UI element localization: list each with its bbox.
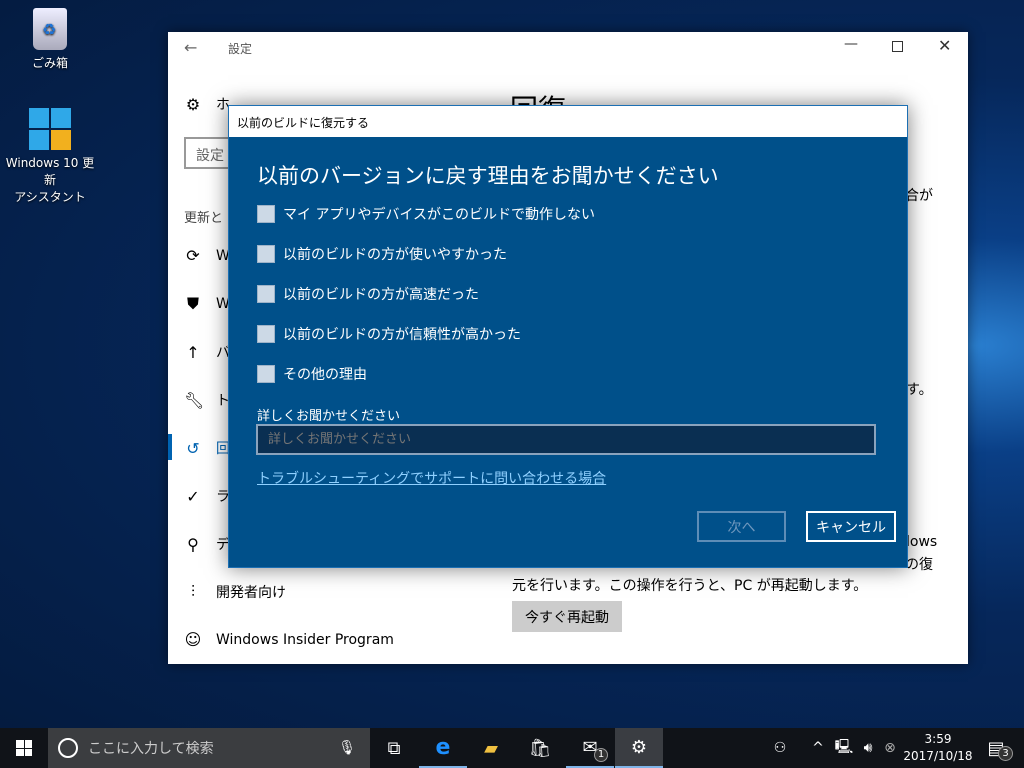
settings-taskbar-icon[interactable]: ⚙ xyxy=(615,728,663,768)
sidebar-item-windows-update[interactable]: ⟳W xyxy=(184,246,230,265)
selected-indicator xyxy=(168,434,172,460)
desktop-icon-recycle-bin[interactable]: ♻ ごみ箱 xyxy=(2,8,98,71)
dialog-heading: 以前のバージョンに戻す理由をお聞かせください xyxy=(257,160,719,190)
file-explorer-icon[interactable]: ▰ xyxy=(467,728,515,768)
insider-icon: ☺ xyxy=(184,630,202,649)
next-button[interactable]: 次へ xyxy=(697,511,786,542)
reason-checkbox[interactable]: その他の理由 xyxy=(257,364,367,384)
find-device-icon: ⚲ xyxy=(184,535,202,554)
sidebar-item-backup[interactable]: ↑バ xyxy=(184,342,230,362)
text-fragment: の復 xyxy=(905,554,933,574)
mail-icon[interactable]: ✉1 xyxy=(566,728,614,768)
window-title: 設定 xyxy=(228,40,252,57)
restart-description: 元を行います。この操作を行うと、PC が再起動します。 xyxy=(512,575,867,595)
desktop-icon-label: ごみ箱 xyxy=(2,54,98,71)
checkbox-box[interactable] xyxy=(257,205,275,223)
text-fragment: 合が xyxy=(905,185,933,205)
check-circle-icon: ✓ xyxy=(184,487,202,506)
history-icon: ↺ xyxy=(184,439,202,458)
sidebar-item-label: Windows Insider Program xyxy=(216,632,394,648)
checkbox-label: 以前のビルドの方が信頼性が高かった xyxy=(283,324,521,344)
task-view-icon[interactable]: ⧉ xyxy=(370,728,418,768)
gear-icon: ⚙ xyxy=(184,95,202,114)
checkbox-box[interactable] xyxy=(257,245,275,263)
show-hidden-icons[interactable]: ^ xyxy=(808,728,828,768)
cortana-icon xyxy=(58,738,78,758)
sidebar-item-security[interactable]: ⛊W xyxy=(184,294,230,314)
network-icon[interactable]: 🖳︎ xyxy=(832,728,856,768)
mail-badge: 1 xyxy=(594,748,608,762)
dialog-title: 以前のビルドに復元する xyxy=(229,106,907,137)
backup-arrow-icon: ↑ xyxy=(184,343,202,362)
search-placeholder: ここに入力して検索 xyxy=(88,738,328,758)
reason-checkbox[interactable]: マイ アプリやデバイスがこのビルドで動作しない xyxy=(257,204,595,224)
sync-icon: ⟳ xyxy=(184,246,202,265)
windows-logo-icon xyxy=(29,108,71,150)
windows-logo-icon xyxy=(16,740,32,756)
maximize-button[interactable] xyxy=(892,41,903,52)
desktop-icon-label: Windows 10 更新 xyxy=(2,154,98,188)
sidebar-item-activation[interactable]: ✓ラ xyxy=(184,486,230,506)
shield-icon: ⛊ xyxy=(184,294,202,314)
details-label: 詳しくお聞かせください xyxy=(257,405,400,424)
desktop-icon-update-assistant[interactable]: Windows 10 更新 アシスタント xyxy=(2,108,98,205)
sidebar-item-recovery[interactable]: ↺回 xyxy=(184,438,230,458)
action-center-icon[interactable]: ▤3 xyxy=(976,728,1016,768)
checkbox-box[interactable] xyxy=(257,285,275,303)
time: 3:59 xyxy=(900,731,976,748)
sidebar-item-troubleshoot[interactable]: 🔧︎ト xyxy=(184,390,230,410)
checkbox-label: その他の理由 xyxy=(283,364,367,384)
clock[interactable]: 3:59 2017/10/18 xyxy=(900,731,976,765)
edge-icon[interactable]: e xyxy=(419,728,467,768)
section-heading: 更新と xyxy=(184,207,223,226)
sidebar-home[interactable]: ⚙ホ xyxy=(184,94,230,114)
back-icon[interactable]: ← xyxy=(184,38,197,57)
taskbar-search-box[interactable]: ここに入力して検索 🎙︎ xyxy=(48,728,370,768)
checkbox-box[interactable] xyxy=(257,325,275,343)
details-input[interactable] xyxy=(256,424,876,455)
wrench-icon: 🔧︎ xyxy=(184,391,202,410)
checkbox-label: マイ アプリやデバイスがこのビルドで動作しない xyxy=(283,204,595,224)
desktop-icon-label: アシスタント xyxy=(2,188,98,205)
reason-checkbox[interactable]: 以前のビルドの方が信頼性が高かった xyxy=(257,324,521,344)
reason-checkbox[interactable]: 以前のビルドの方が使いやすかった xyxy=(257,244,507,264)
close-button[interactable]: ✕ xyxy=(938,36,951,55)
people-icon[interactable]: ⚇ xyxy=(760,728,800,768)
taskbar: ここに入力して検索 🎙︎ ⧉ e ▰ 🛍︎ ✉1 ⚙ ⚇ ^ 🖳︎ 🔊︎ ⊗ 3… xyxy=(0,728,1024,768)
checkbox-box[interactable] xyxy=(257,365,275,383)
support-link[interactable]: トラブルシューティングでサポートに問い合わせる場合 xyxy=(257,468,606,488)
sidebar-item-label: 開発者向け xyxy=(216,582,286,602)
restart-now-button[interactable]: 今すぐ再起動 xyxy=(512,601,622,632)
cancel-button[interactable]: キャンセル xyxy=(806,511,896,542)
developer-icon: ⫶ xyxy=(184,582,202,602)
error-icon[interactable]: ⊗ xyxy=(880,728,900,768)
start-button[interactable] xyxy=(0,728,48,768)
restore-dialog: 以前のビルドに復元する 以前のバージョンに戻す理由をお聞かせください マイ アプ… xyxy=(228,105,908,568)
store-icon[interactable]: 🛍︎ xyxy=(516,728,564,768)
recycle-bin-icon: ♻ xyxy=(33,8,67,50)
checkbox-label: 以前のビルドの方が使いやすかった xyxy=(283,244,507,264)
notification-badge: 3 xyxy=(998,746,1013,761)
reason-checkbox[interactable]: 以前のビルドの方が高速だった xyxy=(257,284,479,304)
text-fragment: す。 xyxy=(906,379,933,399)
sidebar-item-insider[interactable]: ☺ Windows Insider Program xyxy=(184,630,394,649)
microphone-icon[interactable]: 🎙︎ xyxy=(338,740,356,756)
sidebar-item-developers[interactable]: ⫶ 開発者向け xyxy=(184,582,286,602)
minimize-button[interactable]: — xyxy=(844,36,858,52)
sidebar-item-find-device[interactable]: ⚲デ xyxy=(184,534,230,554)
date: 2017/10/18 xyxy=(900,748,976,765)
checkbox-label: 以前のビルドの方が高速だった xyxy=(283,284,479,304)
volume-icon[interactable]: 🔊︎ xyxy=(856,728,880,768)
